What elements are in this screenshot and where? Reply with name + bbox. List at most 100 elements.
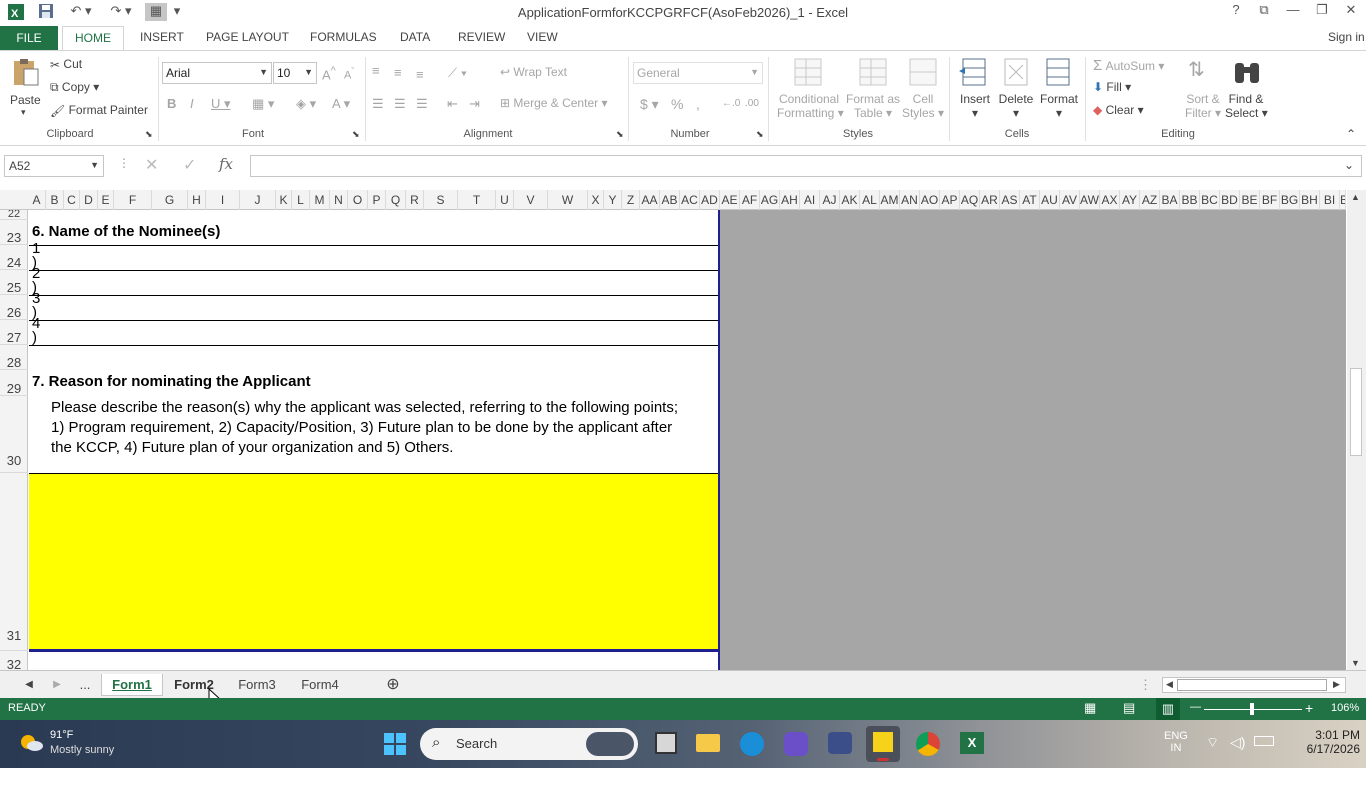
paste-dropdown-icon[interactable]: ▾ xyxy=(21,107,26,118)
tab-splitter-icon[interactable]: ⋮ xyxy=(1139,674,1152,696)
wrap-text-button[interactable]: ↩ Wrap Text xyxy=(500,65,567,79)
column-header-s[interactable]: S xyxy=(424,190,458,210)
autosum-button[interactable]: Σ AutoSum ▾ xyxy=(1093,57,1164,74)
nominee-3-cell[interactable]: 3) xyxy=(32,292,46,320)
paste-icon[interactable] xyxy=(10,57,42,87)
binoculars-icon[interactable] xyxy=(1232,57,1264,87)
column-header-k[interactable]: K xyxy=(276,190,292,210)
column-header-ap[interactable]: AP xyxy=(940,190,960,210)
comma-button[interactable]: , xyxy=(696,96,700,112)
column-header-ay[interactable]: AY xyxy=(1120,190,1140,210)
row-header-23[interactable]: 23 xyxy=(0,220,28,245)
column-header-i[interactable]: I xyxy=(206,190,240,210)
column-header-l[interactable]: L xyxy=(292,190,310,210)
scroll-down-icon[interactable]: ▼ xyxy=(1351,658,1360,668)
fill-button[interactable]: ⬇ Fill ▾ xyxy=(1093,80,1131,94)
expand-formula-bar-icon[interactable]: ⌄ xyxy=(1344,158,1354,172)
taskbar-search[interactable]: ⌕ Search xyxy=(420,728,638,760)
column-header-t[interactable]: T xyxy=(458,190,496,210)
number-format-select[interactable]: General ▼ xyxy=(633,62,763,84)
decrease-font-icon[interactable]: Aˇ xyxy=(344,66,354,82)
align-right-icon[interactable]: ☰ xyxy=(416,96,428,112)
orientation-icon[interactable]: ⟋ ▾ xyxy=(448,65,467,81)
column-header-m[interactable]: M xyxy=(310,190,330,210)
column-header-bc[interactable]: BC xyxy=(1200,190,1220,210)
app-icon[interactable] xyxy=(784,732,808,756)
column-header-az[interactable]: AZ xyxy=(1140,190,1160,210)
row-header-24[interactable]: 24 xyxy=(0,245,28,270)
column-header-h[interactable]: H xyxy=(188,190,206,210)
page-break-view-icon[interactable]: ▥ xyxy=(1156,698,1180,720)
collapse-ribbon-icon[interactable]: ⌃ xyxy=(1346,127,1356,141)
merge-center-button[interactable]: ⊞ Merge & Center ▾ xyxy=(500,96,607,110)
top-align-icon[interactable]: ≡ xyxy=(372,63,380,78)
tab-home[interactable]: HOME xyxy=(62,26,124,50)
sheet-tab-form1[interactable]: Form1 xyxy=(101,674,163,696)
name-box[interactable]: A52 ▼ xyxy=(4,155,104,177)
increase-font-icon[interactable]: A^ xyxy=(322,65,336,82)
delete-button[interactable]: Delete ▾ xyxy=(998,92,1034,120)
row-header-28[interactable]: 28 xyxy=(0,345,28,370)
column-header-f[interactable]: F xyxy=(114,190,152,210)
increase-indent-icon[interactable]: ⇥ xyxy=(469,96,480,112)
insert-cells-icon[interactable] xyxy=(959,57,991,87)
formula-input[interactable] xyxy=(250,155,1362,177)
cancel-entry-icon[interactable]: ✕ xyxy=(145,155,158,175)
column-header-ba[interactable]: BA xyxy=(1160,190,1180,210)
confirm-entry-icon[interactable]: ✓ xyxy=(183,155,196,175)
zoom-in-button[interactable]: + xyxy=(1305,700,1313,716)
sign-in-link[interactable]: Sign in xyxy=(1328,30,1365,44)
tab-insert[interactable]: INSERT xyxy=(140,30,184,44)
borders-icon[interactable]: ▦ ▾ xyxy=(252,96,274,112)
currency-button[interactable]: $ ▾ xyxy=(640,96,659,113)
row-header-32[interactable]: 32 xyxy=(0,651,28,672)
italic-icon[interactable]: I xyxy=(190,96,194,111)
column-header-ad[interactable]: AD xyxy=(700,190,720,210)
close-button[interactable]: ✕ xyxy=(1337,2,1365,22)
column-header-aq[interactable]: AQ xyxy=(960,190,980,210)
column-header-q[interactable]: Q xyxy=(386,190,406,210)
bottom-align-icon[interactable]: ≡ xyxy=(416,67,424,82)
font-color-icon[interactable]: A ▾ xyxy=(332,96,350,112)
page-layout-view-icon[interactable]: ▤ xyxy=(1123,700,1135,716)
column-header-as[interactable]: AS xyxy=(1000,190,1020,210)
file-explorer-icon[interactable] xyxy=(696,734,720,752)
tab-page-layout[interactable]: PAGE LAYOUT xyxy=(206,30,289,44)
row-header-26[interactable]: 26 xyxy=(0,295,28,320)
column-header-aj[interactable]: AJ xyxy=(820,190,840,210)
find-select-button[interactable]: Find & Select ▾ xyxy=(1225,92,1268,120)
row-header-27[interactable]: 27 xyxy=(0,320,28,345)
zoom-out-button[interactable]: — xyxy=(1190,701,1201,713)
column-header-bj[interactable]: BJ xyxy=(1340,190,1346,210)
column-header-ar[interactable]: AR xyxy=(980,190,1000,210)
nominee-4-cell[interactable]: 4) xyxy=(32,317,46,345)
vertical-scroll-thumb[interactable] xyxy=(1350,368,1362,456)
insert-button[interactable]: Insert ▾ xyxy=(958,92,992,120)
format-as-table-icon[interactable] xyxy=(858,57,890,87)
column-header-ax[interactable]: AX xyxy=(1100,190,1120,210)
column-header-ak[interactable]: AK xyxy=(840,190,860,210)
alignment-launcher-icon[interactable]: ⬊ xyxy=(616,129,624,140)
delete-cells-icon[interactable] xyxy=(1001,57,1033,87)
vertical-scrollbar[interactable]: ▲ ▼ xyxy=(1347,190,1366,670)
scroll-up-icon[interactable]: ▲ xyxy=(1351,192,1360,202)
column-header-ac[interactable]: AC xyxy=(680,190,700,210)
column-header-be[interactable]: BE xyxy=(1240,190,1260,210)
column-header-c[interactable]: C xyxy=(64,190,80,210)
column-header-n[interactable]: N xyxy=(330,190,348,210)
column-header-an[interactable]: AN xyxy=(900,190,920,210)
next-sheet-icon[interactable]: ▶ xyxy=(50,674,64,696)
prev-sheet-icon[interactable]: ◀ xyxy=(22,674,36,696)
column-header-ag[interactable]: AG xyxy=(760,190,780,210)
chrome-icon[interactable] xyxy=(916,732,940,756)
horizontal-scrollbar[interactable]: ◀ ▶ xyxy=(1162,677,1346,693)
decrease-indent-icon[interactable]: ⇤ xyxy=(447,96,458,112)
column-header-av[interactable]: AV xyxy=(1060,190,1080,210)
column-header-b[interactable]: B xyxy=(46,190,64,210)
column-header-al[interactable]: AL xyxy=(860,190,880,210)
format-painter-button[interactable]: 🖌 Format Painter xyxy=(50,103,148,118)
middle-align-icon[interactable]: ≡ xyxy=(394,65,402,80)
clipboard-launcher-icon[interactable]: ⬊ xyxy=(145,129,153,140)
column-header-o[interactable]: O xyxy=(348,190,368,210)
scroll-left-icon[interactable]: ◀ xyxy=(1166,679,1173,690)
